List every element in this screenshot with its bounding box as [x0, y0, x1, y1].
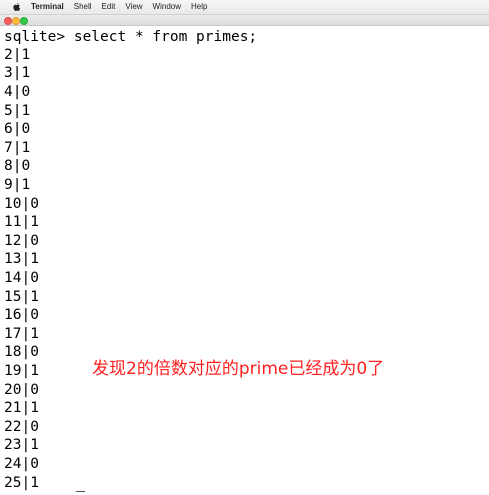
result-row: 6|0 [4, 121, 31, 137]
result-row: 17|1 [4, 326, 39, 342]
result-row: 5|1 [4, 103, 31, 119]
result-row: 20|0 [4, 382, 39, 398]
result-row: 8|0 [4, 158, 31, 174]
close-window-button[interactable] [4, 17, 12, 25]
result-row: 3|1 [4, 65, 31, 81]
result-row: 2|1 [4, 47, 31, 63]
terminal-cursor [76, 491, 85, 492]
result-row: 13|1 [4, 251, 39, 267]
menu-window[interactable]: Window [153, 0, 181, 14]
result-row: 7|1 [4, 140, 31, 156]
minimize-window-button[interactable] [12, 17, 20, 25]
result-row: 10|0 [4, 196, 39, 212]
result-row: 25|1 [4, 475, 39, 491]
result-row: 11|1 [4, 214, 39, 230]
terminal-output[interactable]: sqlite> select * from primes; 2|1 3|1 4|… [0, 26, 489, 495]
annotation-note: 发现2的倍数对应的prime已经成为0了 [92, 359, 385, 379]
menu-app-terminal[interactable]: Terminal [31, 0, 64, 14]
result-row: 22|0 [4, 419, 39, 435]
result-row: 9|1 [4, 177, 31, 193]
result-row: 23|1 [4, 437, 39, 453]
menu-shell[interactable]: Shell [74, 0, 92, 14]
menu-bar: Terminal Shell Edit View Window Help [0, 0, 489, 15]
apple-icon[interactable] [13, 2, 21, 12]
menu-help[interactable]: Help [191, 0, 207, 14]
result-row: 18|0 [4, 344, 39, 360]
result-row: 16|0 [4, 307, 39, 323]
result-row: 24|0 [4, 456, 39, 472]
menu-view[interactable]: View [125, 0, 142, 14]
result-row: 15|1 [4, 289, 39, 305]
result-row: 21|1 [4, 400, 39, 416]
result-row: 19|1 [4, 363, 39, 379]
command-line: sqlite> select * from primes; [4, 29, 258, 45]
result-row: 4|0 [4, 84, 31, 100]
result-row: 14|0 [4, 270, 39, 286]
result-row: 12|0 [4, 233, 39, 249]
menu-edit[interactable]: Edit [102, 0, 116, 14]
window-titlebar[interactable] [0, 15, 489, 26]
zoom-window-button[interactable] [20, 17, 28, 25]
